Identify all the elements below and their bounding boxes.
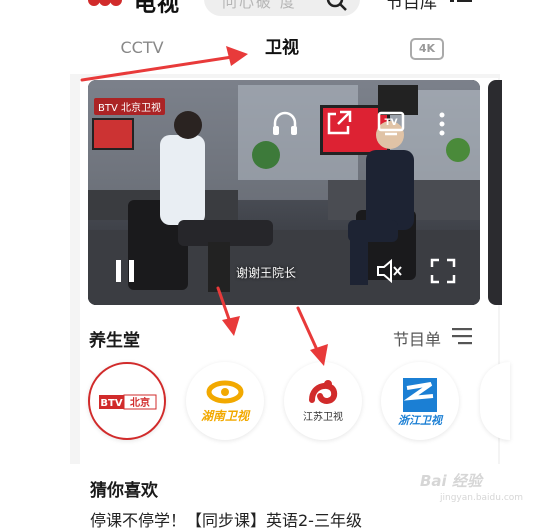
- svg-text:江苏卫视: 江苏卫视: [303, 410, 343, 423]
- pause-icon[interactable]: [110, 256, 140, 286]
- program-title[interactable]: 养生堂: [89, 326, 140, 351]
- mute-icon[interactable]: [374, 256, 404, 286]
- svg-text:北京: 北京: [130, 396, 150, 409]
- video-caption: 谢谢王院长: [236, 266, 297, 280]
- menu-icon[interactable]: [450, 0, 472, 10]
- listen-icon[interactable]: [270, 108, 300, 138]
- list-icon[interactable]: [452, 326, 474, 346]
- app-title: 电视: [134, 0, 181, 17]
- program-library-button[interactable]: 节目库: [386, 0, 437, 13]
- fullscreen-icon[interactable]: [428, 256, 458, 286]
- tab-cctv[interactable]: CCTV: [104, 36, 180, 60]
- schedule-button[interactable]: 节目单: [393, 326, 441, 350]
- tab-satellite-tv[interactable]: 卫视: [252, 36, 312, 60]
- top-bar: 电视 问心破 度 节目库: [0, 0, 548, 22]
- svg-text:湖南卫视: 湖南卫视: [201, 409, 251, 423]
- more-vert-icon[interactable]: [436, 110, 448, 138]
- svg-text:浙江卫视: 浙江卫视: [398, 414, 444, 427]
- channel-zhejiang[interactable]: 浙江卫视: [381, 362, 459, 440]
- search-icon[interactable]: [326, 0, 348, 12]
- watermark-subtext: jingyan.baidu.com: [440, 493, 524, 503]
- arrow-head-icon: [226, 46, 248, 66]
- channel-badge: BTV 北京卫视: [94, 98, 165, 115]
- svg-text:BTV: BTV: [100, 398, 122, 409]
- channel-btv-beijing[interactable]: BTV 北京: [88, 362, 166, 440]
- watermark-text: Bai 经验: [420, 472, 482, 490]
- hunan-tv-logo-icon: 湖南卫视: [201, 380, 251, 423]
- search-placeholder[interactable]: 问心破 度: [222, 0, 297, 12]
- btv-logo-icon: BTV 北京: [99, 394, 157, 410]
- svg-text:TV: TV: [384, 118, 397, 128]
- recommend-item[interactable]: 停课不停学！【同步课】英语2-三年级: [90, 507, 362, 531]
- zhejiang-tv-logo-icon: 浙江卫视: [398, 378, 444, 427]
- jiangsu-tv-logo-icon: 江苏卫视: [303, 380, 343, 423]
- channel-jiangsu[interactable]: 江苏卫视: [284, 362, 362, 440]
- tab-4k[interactable]: 4K: [410, 38, 444, 60]
- share-icon[interactable]: [324, 108, 354, 138]
- channel-hunan[interactable]: 湖南卫视: [186, 362, 264, 440]
- next-video-peek[interactable]: [488, 80, 502, 305]
- recommend-title: 猜你喜欢: [90, 481, 158, 501]
- cctv-logo-icon[interactable]: [88, 0, 122, 10]
- cast-tv-icon[interactable]: TV: [376, 108, 406, 138]
